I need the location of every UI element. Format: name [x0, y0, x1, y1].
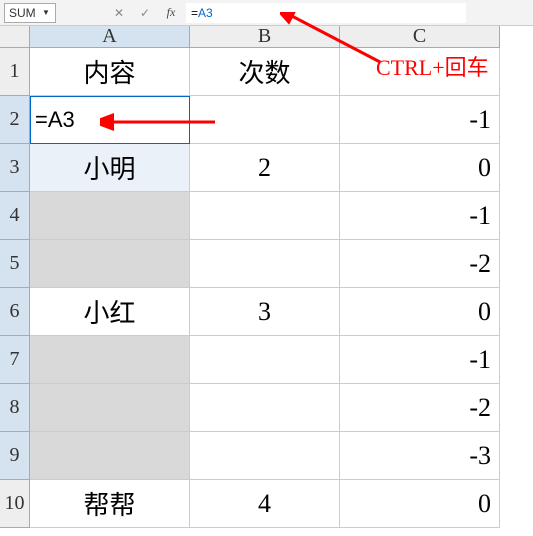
cell[interactable]: 内容: [30, 48, 190, 96]
name-box-value: SUM: [9, 6, 36, 20]
spreadsheet-grid: A B C 1内容次数2=A3-13小明204-15-26小红307-18-29…: [0, 26, 533, 528]
cell[interactable]: =A3: [30, 96, 190, 144]
row-header[interactable]: 1: [0, 48, 30, 96]
row-header[interactable]: 9: [0, 432, 30, 480]
row-header[interactable]: 5: [0, 240, 30, 288]
row-header[interactable]: 4: [0, 192, 30, 240]
formula-eq: =: [191, 6, 198, 20]
x-icon: ✕: [114, 6, 124, 20]
formula-ref: A3: [198, 6, 213, 20]
cell[interactable]: 0: [340, 480, 500, 528]
cell[interactable]: 3: [190, 288, 340, 336]
table-row: 4 -1: [0, 192, 533, 240]
cell[interactable]: -1: [340, 96, 500, 144]
row-header[interactable]: 8: [0, 384, 30, 432]
cell[interactable]: 次数: [190, 48, 340, 96]
fx-button[interactable]: fx: [160, 3, 182, 23]
cell[interactable]: -3: [340, 432, 500, 480]
cell[interactable]: -2: [340, 240, 500, 288]
cell[interactable]: [190, 336, 340, 384]
col-header-a[interactable]: A: [30, 26, 190, 48]
cell[interactable]: -1: [340, 192, 500, 240]
cell[interactable]: 0: [340, 144, 500, 192]
cell[interactable]: [190, 384, 340, 432]
cell[interactable]: 小红: [30, 288, 190, 336]
cell[interactable]: [30, 384, 190, 432]
cell[interactable]: 0: [340, 288, 500, 336]
select-all-corner[interactable]: [0, 26, 30, 48]
row-header[interactable]: 7: [0, 336, 30, 384]
cell[interactable]: [30, 240, 190, 288]
table-row: 5 -2: [0, 240, 533, 288]
annotation-text: CTRL+回车: [376, 50, 489, 82]
table-row: 3小明20: [0, 144, 533, 192]
cell[interactable]: [190, 432, 340, 480]
col-header-b[interactable]: B: [190, 26, 340, 48]
name-box-dropdown-icon[interactable]: ▼: [41, 8, 51, 17]
cancel-button[interactable]: ✕: [108, 3, 130, 23]
formula-bar: SUM ▼ ✕ ✓ fx =A3: [0, 0, 533, 26]
table-row: 6小红30: [0, 288, 533, 336]
table-row: 7 -1: [0, 336, 533, 384]
cell[interactable]: 4: [190, 480, 340, 528]
table-row: 9 -3: [0, 432, 533, 480]
row-header[interactable]: 10: [0, 480, 30, 528]
name-box[interactable]: SUM ▼: [4, 3, 56, 23]
cell[interactable]: 小明: [30, 144, 190, 192]
row-header[interactable]: 2: [0, 96, 30, 144]
cell[interactable]: [190, 240, 340, 288]
row-header[interactable]: 3: [0, 144, 30, 192]
confirm-button[interactable]: ✓: [134, 3, 156, 23]
cell[interactable]: [30, 192, 190, 240]
cell[interactable]: [30, 432, 190, 480]
cell[interactable]: [30, 336, 190, 384]
cell[interactable]: 2: [190, 144, 340, 192]
col-header-c[interactable]: C: [340, 26, 500, 48]
fx-icon: fx: [167, 5, 176, 20]
cell[interactable]: [190, 192, 340, 240]
table-row: 2=A3 -1: [0, 96, 533, 144]
formula-input[interactable]: =A3: [186, 3, 466, 23]
table-row: 10帮帮40: [0, 480, 533, 528]
cell[interactable]: -2: [340, 384, 500, 432]
cell[interactable]: [190, 96, 340, 144]
cell[interactable]: -1: [340, 336, 500, 384]
cell[interactable]: 帮帮: [30, 480, 190, 528]
check-icon: ✓: [140, 6, 150, 20]
row-header[interactable]: 6: [0, 288, 30, 336]
table-row: 8 -2: [0, 384, 533, 432]
